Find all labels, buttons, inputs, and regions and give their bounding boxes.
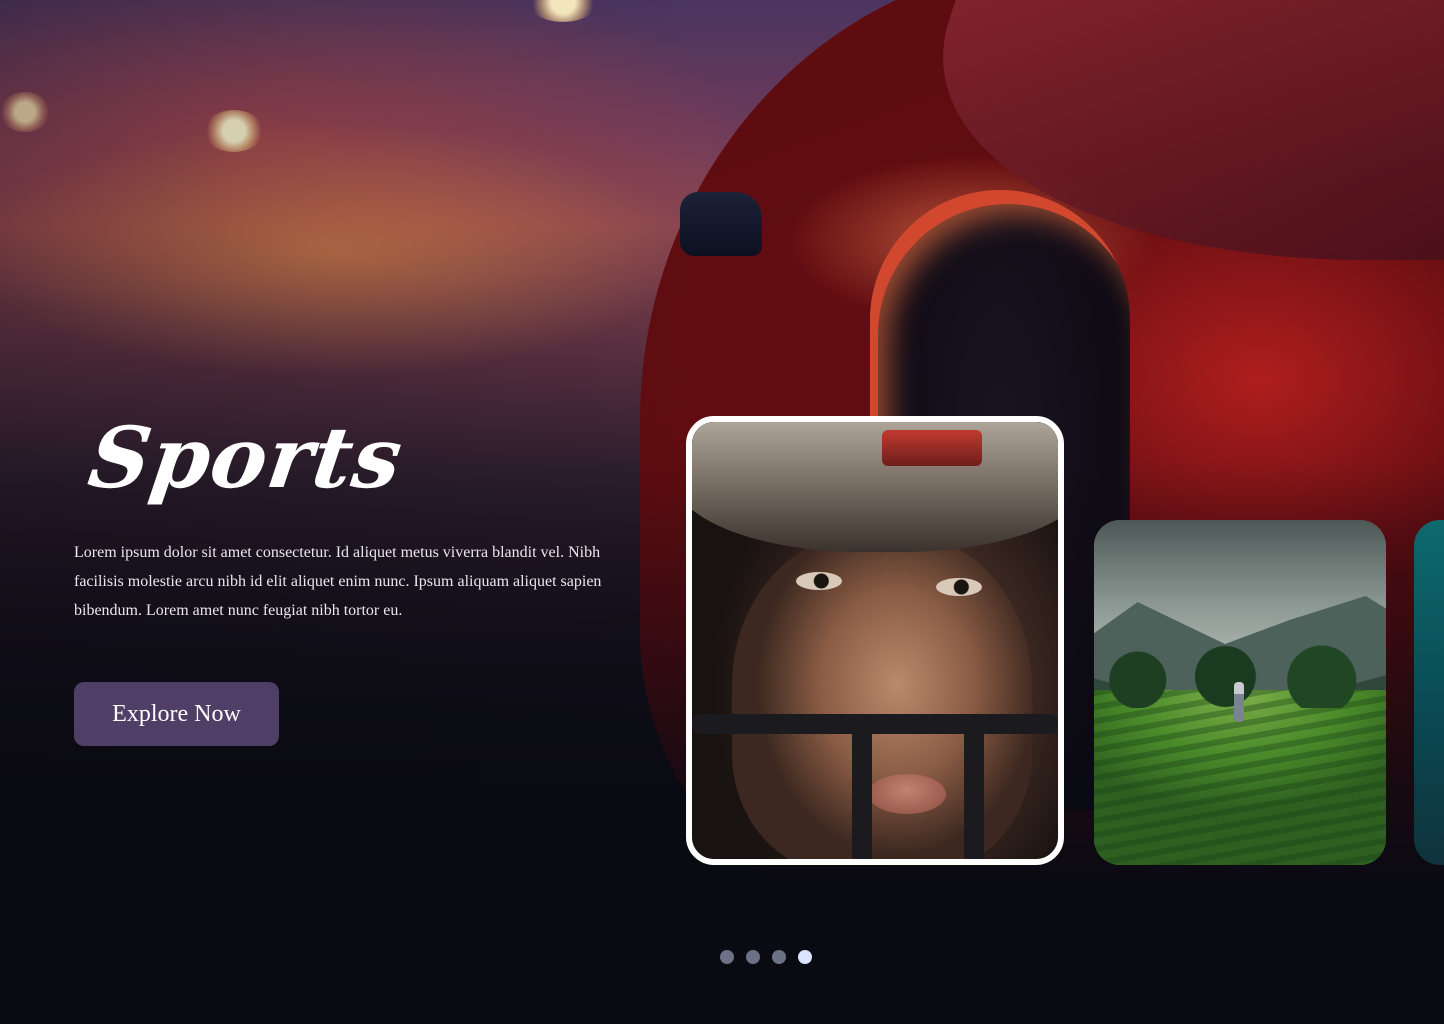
carousel-card-football-player[interactable]	[686, 416, 1064, 865]
player-eye	[936, 578, 982, 596]
pagination-dot-2[interactable]	[746, 950, 760, 964]
face-mask-bar	[852, 714, 872, 859]
pagination-dot-3[interactable]	[772, 950, 786, 964]
pagination-dot-4[interactable]	[798, 950, 812, 964]
face-mask-bar	[964, 714, 984, 859]
carousel-card-partial[interactable]	[1414, 520, 1444, 865]
player-eye	[796, 572, 842, 590]
explore-now-button[interactable]: Explore Now	[74, 682, 279, 746]
hero-title: Sports	[83, 408, 409, 507]
carousel-pagination	[720, 950, 812, 964]
football-helmet	[692, 422, 1058, 552]
person-figure	[1234, 682, 1244, 722]
hero-description: Lorem ipsum dolor sit amet consectetur. …	[74, 544, 602, 619]
player-face	[732, 532, 1032, 859]
pagination-dot-1[interactable]	[720, 950, 734, 964]
carousel-card-green-hills[interactable]	[1094, 520, 1386, 865]
face-mask-bar	[692, 714, 1058, 734]
